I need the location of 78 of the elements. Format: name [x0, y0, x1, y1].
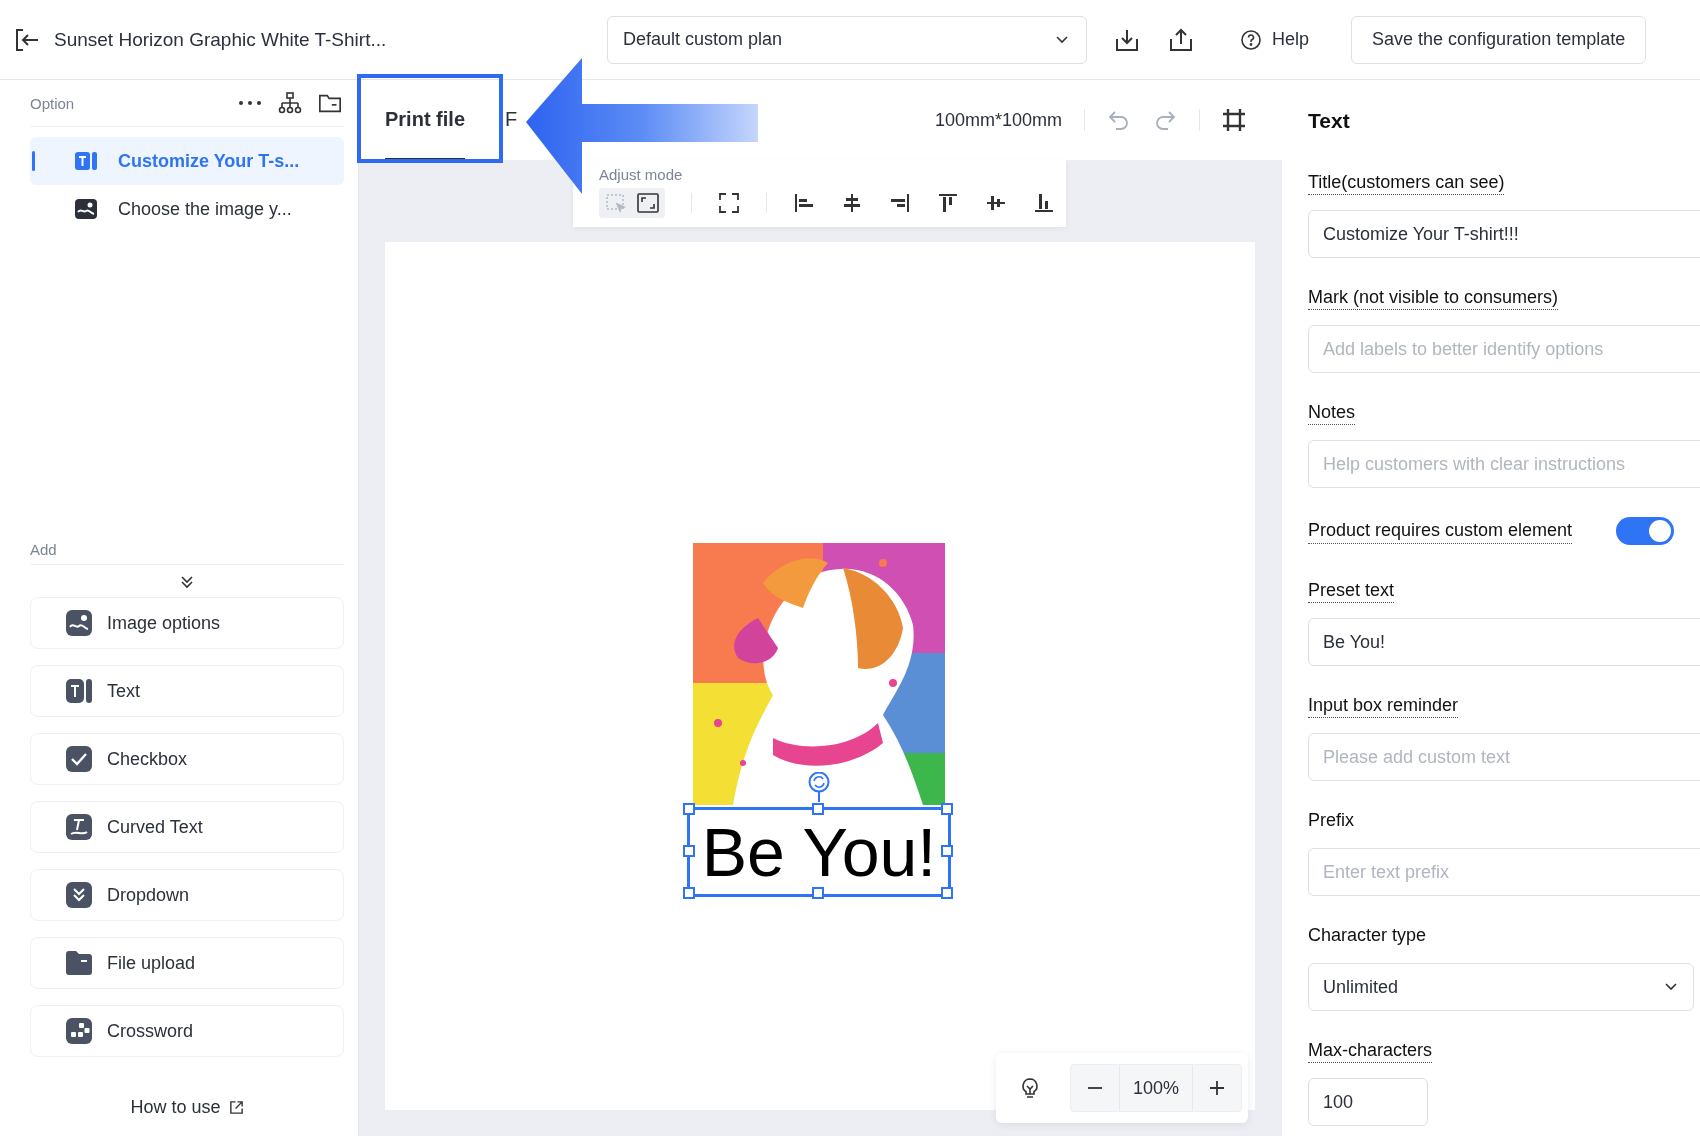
crop-icon[interactable]	[1222, 108, 1246, 132]
input-field[interactable]: Customize Your T-shirt!!!	[1308, 210, 1700, 258]
resize-handle[interactable]	[683, 845, 695, 857]
dropdown-icon	[65, 881, 93, 909]
option-item[interactable]: Customize Your T-s...	[30, 137, 344, 185]
input-field[interactable]: Add labels to better identify options	[1308, 325, 1700, 373]
canvas-tab[interactable]: Print file	[385, 80, 465, 160]
section-label: Add	[30, 541, 58, 558]
field-label: Character type	[1308, 924, 1427, 947]
image-icon	[74, 197, 98, 221]
input-field[interactable]: Please add custom text	[1308, 733, 1700, 781]
input-field[interactable]: Enter text prefix	[1308, 848, 1700, 896]
upload-icon[interactable]	[1168, 26, 1194, 53]
minus-icon	[1086, 1087, 1104, 1089]
toggle-switch[interactable]	[1616, 517, 1674, 545]
field-label: Preset text	[1308, 579, 1395, 603]
checkbox-icon	[65, 745, 93, 773]
image-icon	[65, 609, 93, 637]
add-option-button[interactable]: Checkbox	[30, 733, 344, 785]
number-field[interactable]: 100	[1308, 1078, 1428, 1126]
align-left-icon[interactable]	[793, 192, 815, 214]
zoom-level: 100%	[1119, 1065, 1193, 1111]
add-option-button[interactable]: Dropdown	[30, 869, 344, 921]
input-field[interactable]: Be You!	[1308, 618, 1700, 666]
help-button[interactable]: Help	[1240, 28, 1310, 51]
align-top-icon[interactable]	[937, 192, 959, 214]
resize-handle[interactable]	[941, 845, 953, 857]
chevron-down-icon	[1056, 35, 1068, 44]
field-label: Title(customers can see)	[1308, 171, 1505, 195]
panel-title: Text	[1308, 108, 1351, 134]
field-label: Prefix	[1308, 809, 1354, 832]
add-option-button[interactable]: Curved Text	[30, 801, 344, 853]
folder-icon	[65, 949, 93, 977]
resize-handle[interactable]	[812, 887, 824, 899]
field-label: Mark (not visible to consumers)	[1308, 286, 1559, 310]
canvas-tab[interactable]: F	[505, 80, 518, 160]
add-option-button[interactable]: Crossword	[30, 1005, 344, 1057]
grid-icon	[65, 1017, 93, 1045]
hierarchy-icon[interactable]	[278, 91, 302, 115]
add-option-button[interactable]: File upload	[30, 937, 344, 989]
how-to-use-link[interactable]: How to use	[130, 1097, 244, 1118]
resize-handle[interactable]	[683, 803, 695, 815]
input-field[interactable]: Help customers with clear instructions	[1308, 440, 1700, 488]
align-right-icon[interactable]	[889, 192, 911, 214]
resize-handle[interactable]	[941, 803, 953, 815]
add-option-button[interactable]: Text	[30, 665, 344, 717]
rotate-icon[interactable]	[808, 772, 830, 802]
field-label: Max-characters	[1308, 1039, 1433, 1063]
option-item[interactable]: Choose the image y...	[30, 185, 344, 233]
resize-handle[interactable]	[812, 803, 824, 815]
plus-icon	[1208, 1079, 1226, 1097]
fullscreen-icon[interactable]	[718, 192, 740, 214]
toolbar-label: Adjust mode	[599, 166, 683, 183]
more-icon[interactable]	[238, 100, 262, 106]
select-field[interactable]: Unlimited	[1308, 963, 1694, 1011]
double-chevron-icon[interactable]	[180, 575, 194, 589]
resize-handle[interactable]	[941, 887, 953, 899]
resize-handle[interactable]	[683, 887, 695, 899]
canvas-text: Be You!	[701, 818, 937, 886]
frame-icon[interactable]	[637, 192, 659, 214]
curved-text-icon	[65, 813, 93, 841]
text-field-icon	[74, 149, 98, 173]
field-label: Product requires custom element	[1308, 518, 1573, 544]
section-label: Option	[30, 94, 75, 112]
save-template-button[interactable]: Save the configuration template	[1351, 15, 1647, 64]
align-center-icon[interactable]	[841, 192, 863, 214]
field-label: Notes	[1308, 401, 1356, 425]
field-label: Input box reminder	[1308, 694, 1459, 718]
external-link-icon	[228, 1100, 244, 1115]
add-option-button[interactable]: Image options	[30, 597, 344, 649]
text-field-icon	[65, 677, 93, 705]
product-title: Sunset Horizon Graphic White T-Shirt...	[54, 28, 387, 51]
align-bottom-icon[interactable]	[1033, 192, 1055, 214]
back-icon[interactable]	[14, 26, 40, 53]
help-icon	[1240, 28, 1262, 51]
plan-dropdown[interactable]: Default custom plan	[607, 15, 1087, 64]
canvas-size: 100mm*100mm	[934, 109, 1062, 131]
chevron-down-icon	[1665, 983, 1677, 991]
